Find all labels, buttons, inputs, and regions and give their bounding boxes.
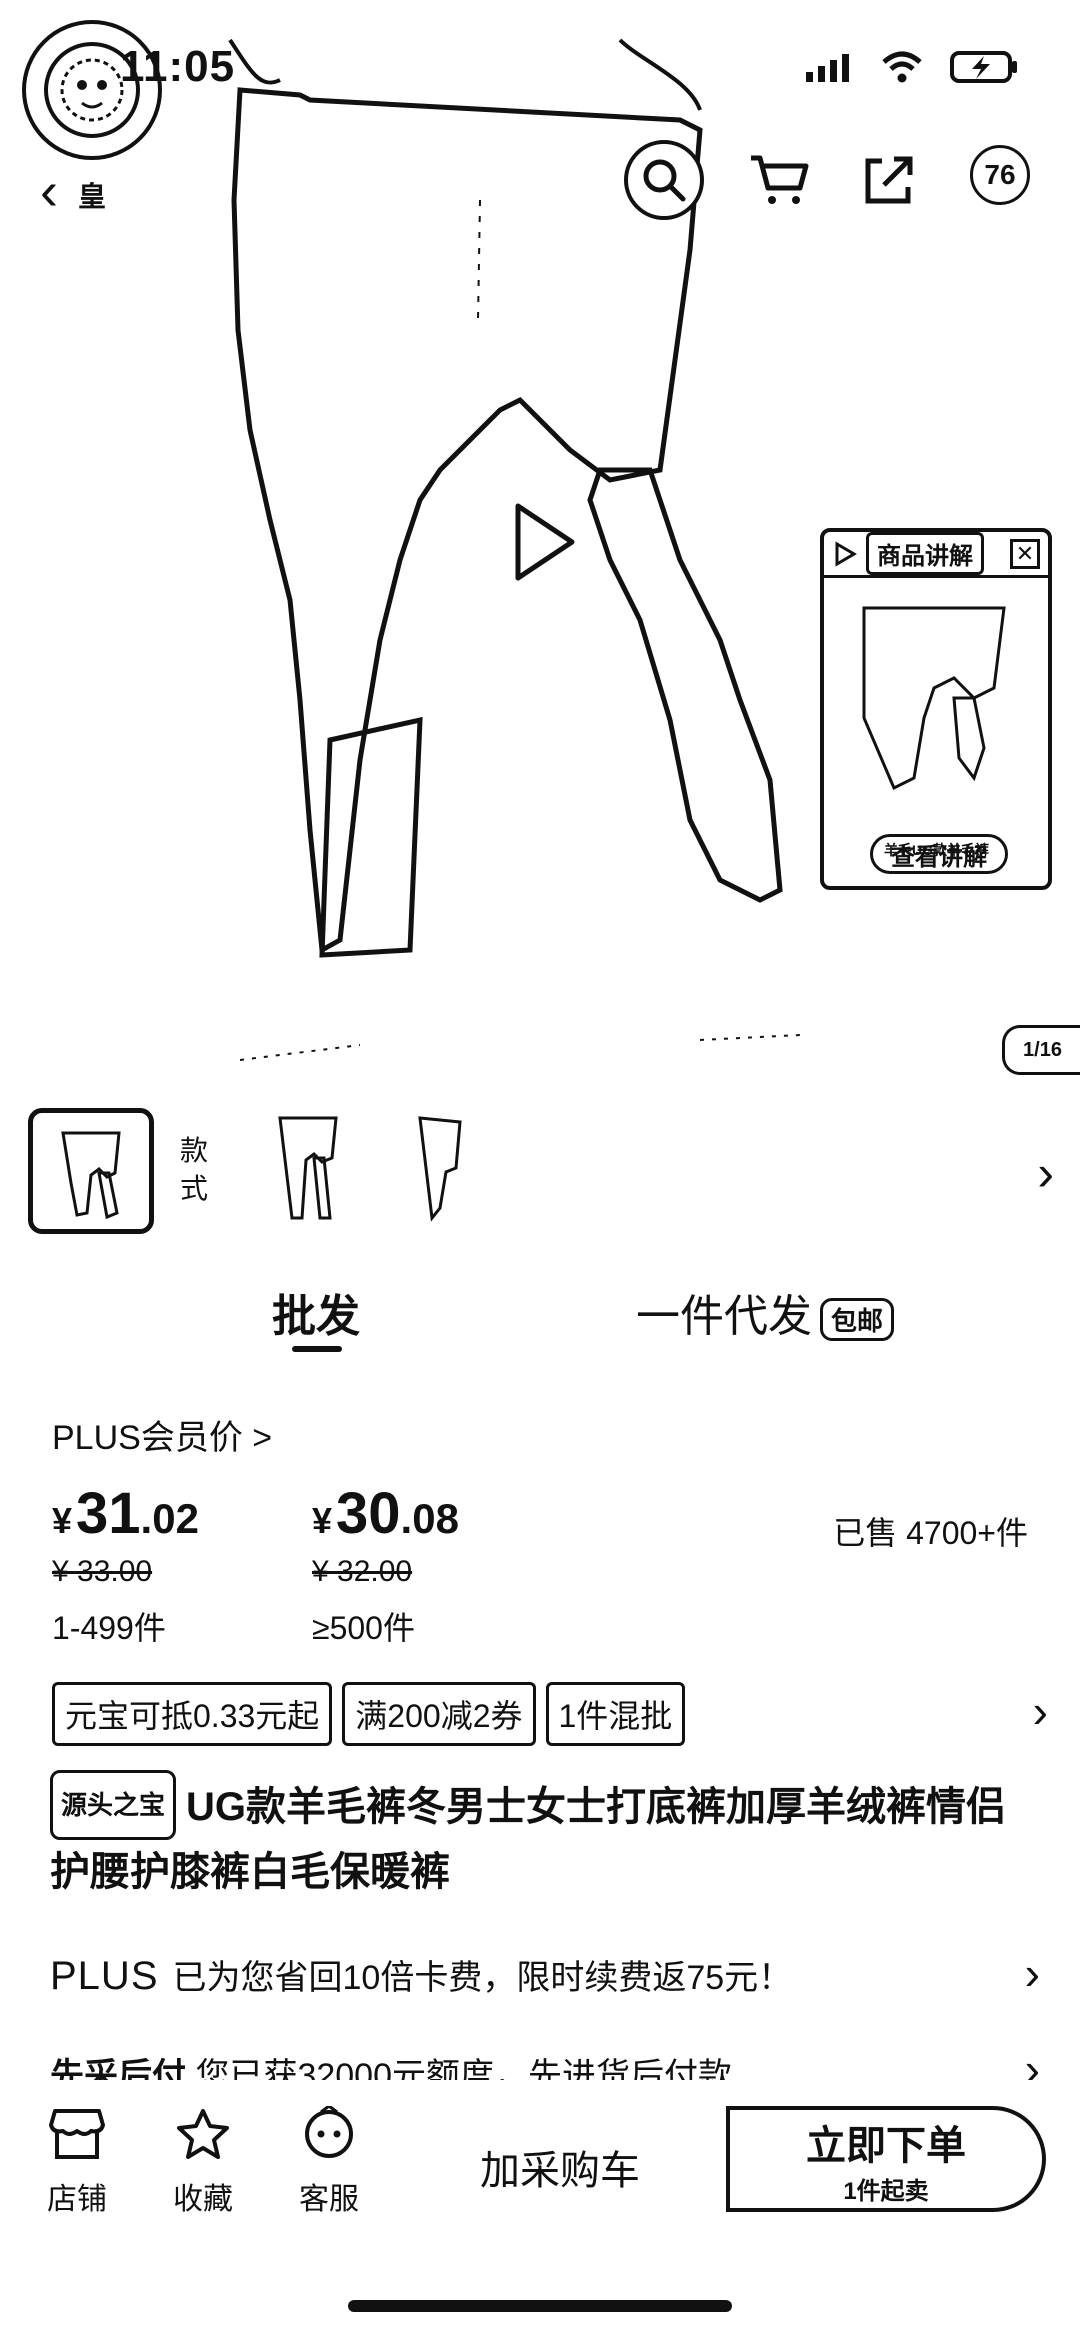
brand-tag: 源头之宝 xyxy=(50,1770,177,1840)
product-image-gallery[interactable]: 11:05 ‹ 皇 76 商品讲解 ✕ 羊毛UG款羊毛裤 查看讲解 1/16 xyxy=(0,0,1080,1090)
explain-video-preview: 羊毛UG款羊毛裤 xyxy=(824,578,1048,858)
price-current: ¥31.02 xyxy=(52,1481,199,1546)
plus-logo: PLUS xyxy=(50,1954,159,1998)
bottom-action-bar: 店铺 收藏 客服 加采购车 立即下单 1件起卖 xyxy=(0,2080,1080,2260)
service-chat-icon xyxy=(305,2106,353,2158)
thumbnail-image xyxy=(418,1116,462,1222)
promotions[interactable]: 元宝可抵0.33元起 满200减2券 1件混批 xyxy=(52,1682,686,1746)
share-button[interactable] xyxy=(854,145,924,215)
shop-logo-text: 皇 xyxy=(78,181,107,212)
pay-later-title: 先采后付 xyxy=(50,2057,186,2082)
price-original: ¥ 33.00 xyxy=(52,1555,153,1588)
purchase-mode-tabs: 批发 一件代发 包邮 xyxy=(0,1270,1080,1360)
product-explain-card[interactable]: 商品讲解 ✕ 羊毛UG款羊毛裤 查看讲解 xyxy=(820,528,1052,890)
share-icon xyxy=(865,156,913,204)
search-icon xyxy=(643,159,686,202)
product-title-text: UG款羊毛裤冬男士女士打底裤加厚羊绒裤情侣护腰护膝裤白毛保暖裤 xyxy=(50,1785,1007,1894)
quantity-range: ≥500件 xyxy=(312,1610,415,1646)
more-menu-button[interactable]: 76 xyxy=(964,145,1034,215)
tab-dropship-label: 一件代发 xyxy=(636,1292,812,1341)
play-icon xyxy=(515,503,575,581)
star-icon xyxy=(177,2109,229,2159)
add-to-cart-button[interactable]: 加采购车 xyxy=(480,2138,640,2196)
plus-member-price-link[interactable]: PLUS会员价 > xyxy=(52,1410,272,1459)
thumbnail-image xyxy=(278,1116,338,1220)
price-tier-2: ¥30.08 ¥ 32.00 ≥500件 xyxy=(312,1480,459,1649)
chevron-right-icon[interactable]: › xyxy=(1033,1684,1048,1738)
explain-thumbnail xyxy=(862,606,1006,791)
search-button[interactable] xyxy=(624,140,704,220)
favorite-button[interactable]: 收藏 xyxy=(158,2104,248,2218)
buy-now-sublabel: 1件起卖 xyxy=(843,2177,929,2205)
price-current: ¥30.08 xyxy=(312,1481,459,1546)
chevron-right-icon: › xyxy=(1024,1947,1040,1999)
tab-wholesale-label: 批发 xyxy=(272,1292,360,1341)
status-icons xyxy=(804,50,1020,84)
promo-mixed-batch[interactable]: 1件混批 xyxy=(545,1682,686,1746)
explain-title: 商品讲解 xyxy=(866,532,984,575)
price-tier-1: ¥31.02 ¥ 33.00 1-499件 xyxy=(52,1480,199,1649)
shop-label: 店铺 xyxy=(47,2183,107,2216)
pay-later-row[interactable]: 先采后付 您已获32000元额度，先进货后付款 › xyxy=(50,2048,1040,2082)
tab-dropship[interactable]: 一件代发 包邮 xyxy=(636,1280,895,1344)
close-icon[interactable]: ✕ xyxy=(1010,538,1040,569)
plus-membership-row[interactable]: PLUS 已为您省回10倍卡费，限时续费返75元！ › xyxy=(50,1947,1040,1999)
status-time: 11:05 xyxy=(120,42,236,91)
play-icon xyxy=(835,540,857,567)
product-title: 源头之宝 UG款羊毛裤冬男士女士打底裤加厚羊绒裤情侣护腰护膝裤白毛保暖裤 xyxy=(50,1770,1040,1904)
signal-icon xyxy=(806,54,849,82)
promo-coin-deduct[interactable]: 元宝可抵0.33元起 xyxy=(52,1682,333,1746)
cart-button[interactable] xyxy=(744,145,814,215)
style-label: 款式 xyxy=(180,1135,209,1204)
style-thumbnails: 款式 › xyxy=(0,1100,1080,1240)
free-shipping-badge: 包邮 xyxy=(820,1297,895,1341)
thumbnail-image xyxy=(61,1131,121,1220)
view-explain-button[interactable]: 查看讲解 xyxy=(870,834,1008,874)
shop-button[interactable]: 店铺 xyxy=(32,2104,122,2218)
chevron-right-icon[interactable]: › xyxy=(1037,1144,1054,1202)
price-original: ¥ 32.00 xyxy=(312,1555,413,1588)
plus-row-text: 已为您省回10倍卡费，限时续费返75元！ xyxy=(172,1959,793,1997)
tab-wholesale[interactable]: 批发 xyxy=(272,1280,360,1344)
promo-coupon[interactable]: 满200减2券 xyxy=(342,1682,536,1746)
home-indicator[interactable] xyxy=(348,2300,732,2312)
quantity-range: 1-499件 xyxy=(52,1610,166,1646)
style-thumbnail-2[interactable] xyxy=(250,1108,376,1234)
explain-header: 商品讲解 ✕ xyxy=(824,532,1048,578)
pay-later-text: 您已获32000元额度，先进货后付款 xyxy=(195,2057,732,2082)
favorite-label: 收藏 xyxy=(173,2183,233,2216)
play-video-button[interactable] xyxy=(510,500,580,589)
store-icon xyxy=(49,2109,105,2159)
cart-icon xyxy=(751,155,809,204)
cart-count-badge: 76 xyxy=(970,145,1030,205)
chevron-right-icon: › xyxy=(1024,2048,1040,2082)
service-label: 客服 xyxy=(299,2183,359,2216)
status-bar: 11:05 ‹ 皇 xyxy=(0,0,1080,221)
buy-now-button[interactable]: 立即下单 1件起卖 xyxy=(726,2106,1046,2212)
sold-count: 已售 4700+件 xyxy=(833,1515,1028,1551)
top-actions: 76 xyxy=(624,140,1034,220)
wifi-icon xyxy=(882,51,922,83)
style-thumbnail-3[interactable] xyxy=(380,1108,506,1234)
back-button[interactable]: ‹ xyxy=(40,160,58,222)
active-tab-indicator xyxy=(292,1346,342,1352)
customer-service-button[interactable]: 客服 xyxy=(284,2104,374,2218)
battery-charging-icon xyxy=(950,51,1017,83)
gallery-page-indicator: 1/16 xyxy=(1002,1025,1080,1075)
style-thumbnail-1[interactable] xyxy=(28,1108,154,1234)
buy-now-label: 立即下单 xyxy=(806,2123,966,2168)
